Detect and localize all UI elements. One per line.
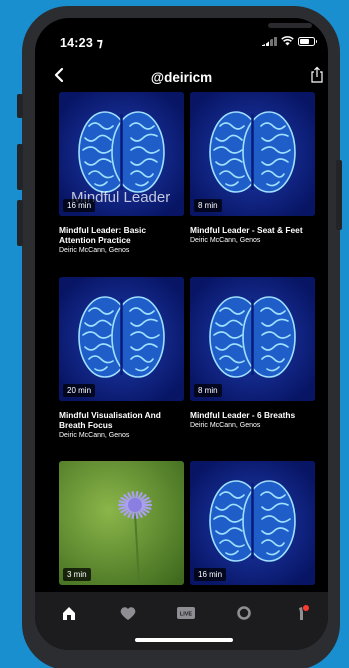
duration-badge: 16 min: [63, 199, 96, 212]
circle-icon[interactable]: [233, 602, 255, 624]
notch: [135, 18, 328, 46]
session-thumbnail: 3 min: [59, 461, 184, 585]
heart-icon[interactable]: [117, 602, 139, 624]
duration-badge: 8 min: [194, 199, 222, 212]
session-title: Mindful Leader - 6 Breaths: [190, 410, 296, 420]
duration-badge: 16 min: [194, 568, 227, 581]
session-card[interactable]: 3 min: [59, 461, 184, 585]
session-thumbnail: 8 min: [190, 277, 315, 401]
status-time: 14:23 ⁊: [60, 36, 104, 50]
session-thumbnail: 16 min: [190, 461, 315, 585]
live-label: LIVE: [180, 612, 193, 618]
speaker-grille: [268, 23, 312, 28]
session-thumbnail: 8 min: [190, 92, 315, 216]
tab-bar: LIVE: [35, 592, 328, 650]
session-card[interactable]: Mindful Leader 16 min Mindful Leader: Basi…: [59, 92, 184, 255]
mute-switch: [17, 94, 23, 118]
share-icon[interactable]: [309, 66, 325, 84]
home-indicator: [135, 638, 233, 642]
nav-bar: @deiricm: [35, 62, 328, 90]
phone-screen: 14:23 ⁊ @deiricm Mindful Leader 16 min Min…: [35, 18, 328, 650]
session-grid: Mindful Leader 16 min Mindful Leader: Basi…: [35, 92, 328, 607]
session-card[interactable]: 20 min Mindful Visualisation And Breath F…: [59, 277, 184, 440]
volume-down-button: [17, 200, 23, 246]
session-thumbnail: Mindful Leader 16 min: [59, 92, 184, 216]
session-author: Deiric McCann, Genos: [190, 422, 261, 429]
live-icon[interactable]: LIVE: [175, 602, 197, 624]
session-card[interactable]: 8 min Mindful Leader - 6 Breaths Deiric Mc…: [190, 277, 315, 430]
front-camera: [321, 21, 328, 29]
session-author: Deiric McCann, Genos: [59, 247, 130, 254]
session-title: Mindful Leader: Basic Attention Practice: [59, 225, 147, 245]
volume-up-button: [17, 144, 23, 190]
session-title: Mindful Leader - Seat & Feet: [190, 225, 303, 235]
session-title: Mindful Visualisation And Breath Focus: [59, 410, 161, 430]
duration-badge: 8 min: [194, 384, 222, 397]
power-button: [336, 160, 342, 230]
battery-icon: [298, 37, 317, 46]
profile-icon[interactable]: [291, 602, 313, 624]
page-title: @deiricm: [150, 70, 213, 85]
session-card[interactable]: 16 min: [190, 461, 315, 585]
session-thumbnail: 20 min: [59, 277, 184, 401]
duration-badge: 20 min: [63, 384, 96, 397]
home-icon[interactable]: [58, 602, 80, 624]
session-card[interactable]: 8 min Mindful Leader - Seat & Feet Deiric …: [190, 92, 315, 245]
session-author: Deiric McCann, Genos: [59, 432, 130, 439]
duration-badge: 3 min: [63, 568, 91, 581]
notification-dot: [303, 605, 309, 611]
session-author: Deiric McCann, Genos: [190, 237, 261, 244]
wifi-icon: [281, 36, 294, 46]
